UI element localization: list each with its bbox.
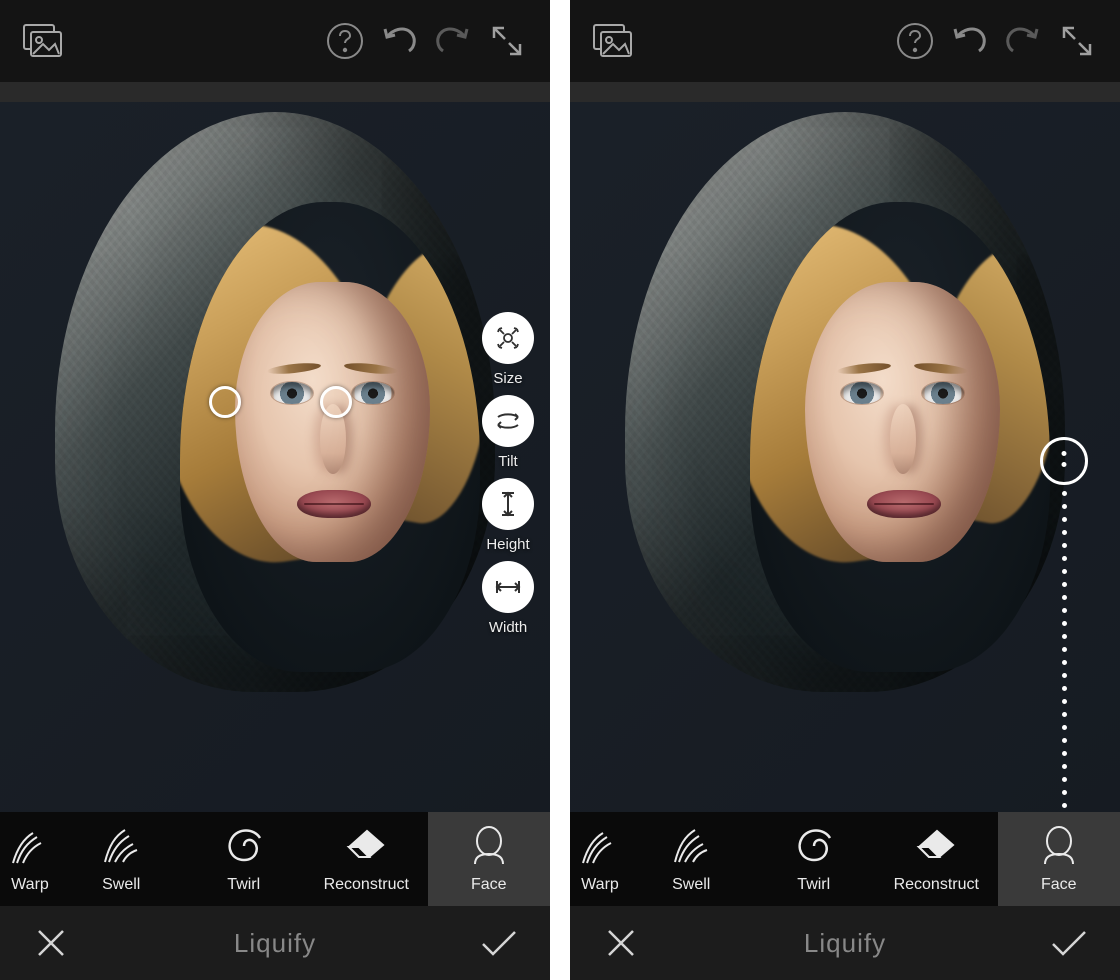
tool-swell-label: Swell [102,876,140,894]
eye-marker-right[interactable] [320,386,352,418]
image-picker-icon[interactable] [588,16,638,66]
confirm-button[interactable] [478,922,520,964]
liquify-toolbar: Warp Swell Twirl Reconstruct Face [570,812,1120,906]
face-height-label: Height [486,536,529,553]
tool-face[interactable]: Face [998,812,1120,906]
face-width-label: Width [489,619,527,636]
swell-icon [99,824,143,868]
tool-reconstruct-label: Reconstruct [324,876,409,894]
warp-icon [578,824,622,868]
image-canvas[interactable] [570,102,1120,836]
face-size-label: Size [493,370,522,387]
cancel-button[interactable] [600,922,642,964]
undo-icon[interactable] [374,16,424,66]
eraser-icon [914,824,958,868]
editor-panel-left: Size Tilt Height Width Warp [0,0,550,980]
sub-bar [0,82,550,102]
eye-marker-left[interactable] [209,386,241,418]
tool-twirl-label: Twirl [797,876,830,894]
tool-twirl[interactable]: Twirl [183,812,306,906]
eraser-icon [344,824,388,868]
tool-warp-label: Warp [11,876,49,894]
face-icon [1037,824,1081,868]
face-icon [467,824,511,868]
tool-warp[interactable]: Warp [0,812,60,906]
top-bar [0,0,550,82]
adjust-slider[interactable] [1040,437,1088,847]
face-size-button[interactable] [482,312,534,364]
tool-reconstruct-label: Reconstruct [894,876,979,894]
help-icon[interactable] [320,16,370,66]
cancel-button[interactable] [30,922,72,964]
fullscreen-icon[interactable] [1052,16,1102,66]
tool-swell-label: Swell [672,876,710,894]
top-bar [570,0,1120,82]
face-height-button[interactable] [482,478,534,530]
slider-handle[interactable] [1040,437,1088,485]
slider-track [1062,491,1067,847]
footer-title: Liquify [234,928,316,959]
tool-warp[interactable]: Warp [570,812,630,906]
footer-bar: Liquify [570,906,1120,980]
tool-reconstruct[interactable]: Reconstruct [305,812,428,906]
footer-bar: Liquify [0,906,550,980]
tool-face-label: Face [471,876,507,894]
tool-swell[interactable]: Swell [60,812,183,906]
face-tilt-button[interactable] [482,395,534,447]
sub-bar [570,82,1120,102]
tool-twirl-label: Twirl [227,876,260,894]
tool-warp-label: Warp [581,876,619,894]
confirm-button[interactable] [1048,922,1090,964]
twirl-icon [792,824,836,868]
tool-twirl[interactable]: Twirl [753,812,876,906]
tool-face[interactable]: Face [428,812,551,906]
tool-reconstruct[interactable]: Reconstruct [875,812,998,906]
warp-icon [8,824,52,868]
face-tilt-label: Tilt [498,453,517,470]
twirl-icon [222,824,266,868]
editor-panel-right: Warp Swell Twirl Reconstruct Face Liquif… [570,0,1120,980]
liquify-toolbar: Warp Swell Twirl Reconstruct Face [0,812,550,906]
footer-title: Liquify [804,928,886,959]
face-width-button[interactable] [482,561,534,613]
image-canvas[interactable]: Size Tilt Height Width [0,102,550,836]
face-tools-column: Size Tilt Height Width [482,312,534,636]
redo-icon[interactable] [428,16,478,66]
help-icon[interactable] [890,16,940,66]
fullscreen-icon[interactable] [482,16,532,66]
redo-icon[interactable] [998,16,1048,66]
swell-icon [669,824,713,868]
tool-face-label: Face [1041,876,1077,894]
tool-swell[interactable]: Swell [630,812,753,906]
undo-icon[interactable] [944,16,994,66]
image-picker-icon[interactable] [18,16,68,66]
